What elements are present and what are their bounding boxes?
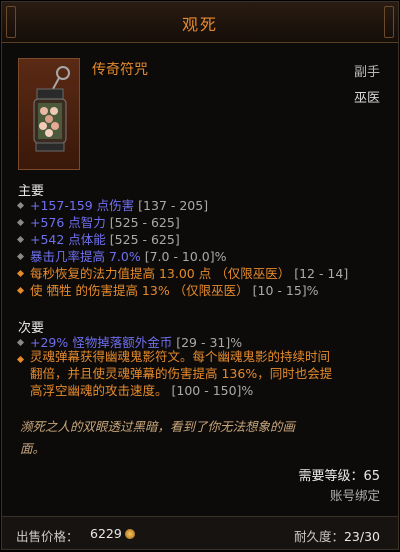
item-slot: 副手 [353, 65, 380, 80]
legendary-line-1: 灵魂弹幕获得幽魂鬼影符文。每个幽魂鬼影的持续时间 [30, 349, 331, 364]
stat-range: [10 - 15]% [252, 283, 319, 298]
legendary-line-3: 高浮空幽魂的攻击速度。 [100 - 150]% [30, 382, 386, 399]
item-rarity-label: 传奇符咒 [92, 62, 148, 78]
gold-coin-icon [125, 529, 135, 539]
sell-price-label: 出售价格： [16, 529, 79, 544]
legendary-bullet-icon [16, 355, 25, 364]
stat-range: [7.0 - 10.0]% [144, 249, 227, 264]
stat-text: 每秒恢复的法力值提高 13.00 点 （仅限巫医） [30, 266, 295, 281]
stat-range: [137 - 205] [138, 198, 209, 213]
sell-price-value: 6229 [90, 526, 122, 541]
item-title: 观死 [181, 15, 218, 34]
level-requirement: 需要等级：65 [298, 469, 380, 484]
stat-bullet-icon [16, 235, 25, 244]
stat-bullet-icon [16, 252, 25, 261]
legendary-bullet-icon [16, 286, 25, 295]
flavor-text: 濒死之人的双眼透过黑暗，看到了你无法想象的画 面。 [20, 416, 380, 460]
tooltip-header: 观死 [2, 2, 398, 43]
stat-text: +542 点体能 [30, 232, 110, 247]
legendary-line-2: 翻倍，并且使灵魂弹幕的伤害提高 136%，同时也会提 [30, 366, 333, 381]
stat-text: 暴击几率提高 7.0% [30, 249, 145, 264]
flavor-line-2: 面。 [20, 441, 46, 456]
stat-text: +157-159 点伤害 [30, 198, 139, 213]
legendary-range: [100 - 150]% [171, 383, 254, 398]
stat-bullet-icon [16, 201, 25, 210]
durability-value: 23/30 [343, 529, 380, 544]
item-class: 巫医 [353, 91, 380, 106]
lantern-charm-icon [18, 58, 80, 170]
stat-text: 使 牺牲 的伤害提高 13% （仅限巫医） [30, 283, 253, 298]
item-tooltip: 观死 传奇符咒 副手 巫医 主要 +157-159 点伤害 [137 - 205… [1, 1, 399, 550]
legendary-line-3-text: 高浮空幽魂的攻击速度。 [30, 383, 168, 398]
stat-range: [525 - 625] [109, 232, 180, 247]
legendary-power-text: 灵魂弹幕获得幽魂鬼影符文。每个幽魂鬼影的持续时间 翻倍，并且使灵魂弹幕的伤害提高… [30, 348, 386, 399]
stat-range: [525 - 625] [109, 215, 180, 230]
right-ornament-icon [384, 6, 394, 38]
tooltip-footer: 出售价格： 6229 耐久度：23/30 [2, 516, 398, 549]
legendary-bullet-icon [16, 269, 25, 278]
durability: 耐久度：23/30 [294, 526, 380, 545]
stat-text: +576 点智力 [30, 215, 110, 230]
durability-label: 耐久度： [293, 529, 344, 544]
stat-bullet-icon [16, 218, 25, 227]
account-bound-label: 账号绑定 [329, 488, 380, 503]
legendary-stat-line: 使 牺牲 的伤害提高 13% （仅限巫医） [10 - 15]% [30, 280, 319, 299]
stat-range: [12 - 14] [294, 266, 349, 281]
stat-bullet-icon [16, 338, 25, 347]
flavor-line-1: 濒死之人的双眼透过黑暗，看到了你无法想象的画 [20, 419, 296, 434]
